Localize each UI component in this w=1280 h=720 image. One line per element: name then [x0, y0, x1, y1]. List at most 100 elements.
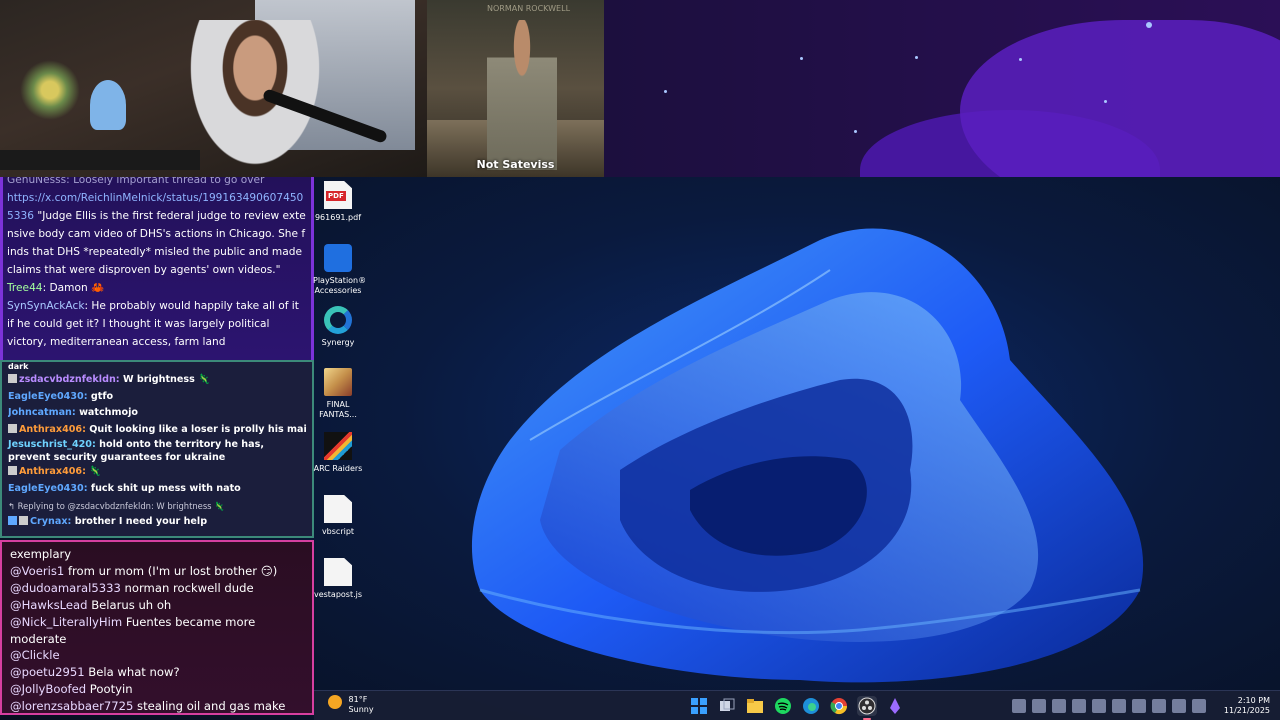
- badge-icon: [8, 466, 17, 476]
- chat-username[interactable]: EagleEye0430:: [8, 483, 88, 494]
- chat-text: Quit looking like a loser is prolly his …: [89, 423, 306, 435]
- badge-icon: [8, 516, 17, 526]
- obs-icon[interactable]: [857, 696, 877, 720]
- steam-icon[interactable]: [1112, 699, 1126, 713]
- chat-message: @HawksLead Belarus uh oh: [10, 597, 304, 614]
- sun-icon: [328, 695, 342, 709]
- chat-username[interactable]: @JollyBoofed: [10, 682, 86, 696]
- desktop-icon-label: Synergy: [321, 338, 355, 347]
- chat-username[interactable]: @HawksLead: [10, 598, 88, 612]
- weather-widget[interactable]: 81°F Sunny: [328, 695, 374, 715]
- display-icon[interactable]: [1172, 699, 1186, 713]
- chat-panel-teal[interactable]: dark zsdacvbdznfekldn: W brightness 🦎 Ea…: [0, 360, 314, 538]
- clock-date: 11/21/2025: [1223, 706, 1270, 715]
- chat-message: exemplary: [10, 546, 304, 563]
- flowers-decoration: [20, 60, 80, 120]
- file-explorer-icon[interactable]: [745, 696, 765, 716]
- playstation-icon: [324, 244, 352, 272]
- volume-icon[interactable]: [1192, 699, 1206, 713]
- final-fantasy-icon: [324, 368, 352, 396]
- chat-text: W brightness 🦎: [122, 374, 211, 385]
- tray-app-icon[interactable]: [1072, 699, 1086, 713]
- desktop-icon-label: vestapost.js: [313, 590, 363, 599]
- chat-text: : Damon 🦀: [42, 282, 105, 294]
- chat-username[interactable]: EagleEye0430:: [8, 391, 88, 402]
- edge-icon[interactable]: [801, 696, 821, 716]
- desktop-icon-arc-raiders[interactable]: ARC Raiders: [313, 432, 363, 474]
- chat-username[interactable]: Crynax:: [30, 516, 71, 527]
- weather-desc: Sunny: [348, 705, 374, 714]
- chrome-icon[interactable]: [829, 696, 849, 716]
- stream-top-overlay: NORMAN ROCKWELL Not Sateviss: [0, 0, 1280, 177]
- tray-app-icon[interactable]: [1132, 699, 1146, 713]
- windows-bloom-image: [471, 228, 1144, 683]
- chevron-up-icon[interactable]: [1012, 699, 1026, 713]
- chat-username[interactable]: SynSynAckAck: [7, 300, 84, 312]
- desktop-icon-vbscript[interactable]: vbscript: [313, 495, 363, 537]
- chat-text: 🦎: [89, 466, 102, 478]
- tray-app-icon[interactable]: [1092, 699, 1106, 713]
- chat-username[interactable]: Jesuschrist_420:: [8, 439, 96, 450]
- app-icon[interactable]: [885, 696, 905, 716]
- video-caption: Not Sateviss: [476, 158, 555, 171]
- desktop-icon-final-fantasy[interactable]: FINAL FANTAS...: [313, 368, 363, 420]
- chat-text: norman rockwell dude: [120, 580, 254, 595]
- chat-message: @Voeris1 from ur mom (I'm ur lost brothe…: [10, 563, 304, 580]
- video-top-caption: NORMAN ROCKWELL: [487, 4, 571, 13]
- streamer: [180, 20, 330, 177]
- taskbar: 81°F Sunny 2:10 PM 11/21/2025: [314, 690, 1280, 720]
- chat-username[interactable]: Anthrax406:: [19, 424, 86, 435]
- star: [800, 57, 803, 60]
- chat-message: @JollyBoofed Pootyin: [10, 681, 304, 698]
- star: [1019, 58, 1022, 61]
- star: [1146, 22, 1152, 28]
- plush-figure: [90, 80, 126, 130]
- star: [915, 56, 918, 59]
- system-clock[interactable]: 2:10 PM 11/21/2025: [1224, 696, 1270, 716]
- chat-text: Pootyin: [86, 682, 133, 697]
- chat-username[interactable]: @lorenzsabbaer7725: [10, 699, 133, 713]
- task-view-icon[interactable]: [717, 696, 737, 716]
- webcam-feed: [0, 0, 427, 177]
- clock-time: 2:10 PM: [1237, 696, 1270, 705]
- badge-icon: [8, 374, 17, 383]
- chat-username[interactable]: @poetu2951: [10, 665, 85, 679]
- tray-app-icon[interactable]: [1152, 699, 1166, 713]
- chat-message: Jesuschrist_420: hold onto the territory…: [8, 438, 306, 464]
- chat-username[interactable]: @dudoamaral5333: [10, 581, 121, 595]
- chat-username[interactable]: @Clickle: [10, 648, 60, 662]
- chat-text: from ur mom (I'm ur lost brother 😏): [64, 563, 278, 578]
- desktop-icon-playstation[interactable]: PlayStation® Accessories: [313, 244, 366, 296]
- chat-message: Tree44: Damon 🦀: [7, 279, 307, 297]
- chat-message: Anthrax406: 🦎: [8, 464, 306, 481]
- chat-link-message: https://x.com/ReichlinMelnick/status/199…: [7, 189, 307, 279]
- pdf-icon: PDF: [324, 181, 352, 209]
- tray-app-icon[interactable]: [1052, 699, 1066, 713]
- chat-username[interactable]: @Nick_LiterallyHim: [10, 615, 122, 629]
- chat-username[interactable]: zsdacvbdznfekldn:: [19, 374, 120, 385]
- chat-panel-purple[interactable]: GenuNesss: Loosely important thread to g…: [0, 177, 314, 360]
- video-subject: [487, 20, 557, 170]
- desktop-icon-label: ARC Raiders: [313, 464, 363, 473]
- chat-text: gtfo: [90, 390, 114, 402]
- star: [854, 130, 857, 133]
- chat-message: Crynax: brother I need your help: [8, 514, 306, 531]
- desktop-icon-vestapost[interactable]: vestapost.js: [313, 558, 363, 600]
- video-player[interactable]: NORMAN ROCKWELL Not Sateviss: [427, 0, 604, 177]
- chat-text: fuck shit up mess with nato: [90, 482, 241, 494]
- chat-panel-pink[interactable]: exemplary @Voeris1 from ur mom (I'm ur l…: [0, 540, 314, 715]
- tray-app-icon[interactable]: [1032, 699, 1046, 713]
- chat-username[interactable]: Tree44: [7, 282, 43, 294]
- desktop-icon-pdf[interactable]: PDF 961691.pdf: [313, 181, 363, 223]
- badge-icon: [19, 516, 28, 526]
- chat-username[interactable]: Johncatman:: [8, 407, 76, 418]
- arc-raiders-icon: [324, 432, 352, 460]
- chat-username[interactable]: Anthrax406:: [19, 466, 86, 477]
- chat-username[interactable]: @Voeris1: [10, 564, 64, 578]
- windows-start-icon[interactable]: [689, 696, 709, 716]
- chat-text: exemplary: [10, 547, 72, 561]
- desktop-icon-synergy[interactable]: Synergy: [313, 306, 363, 348]
- star: [1104, 100, 1107, 103]
- chat-message: zsdacvbdznfekldn: W brightness 🦎: [8, 372, 306, 389]
- spotify-icon[interactable]: [773, 696, 793, 716]
